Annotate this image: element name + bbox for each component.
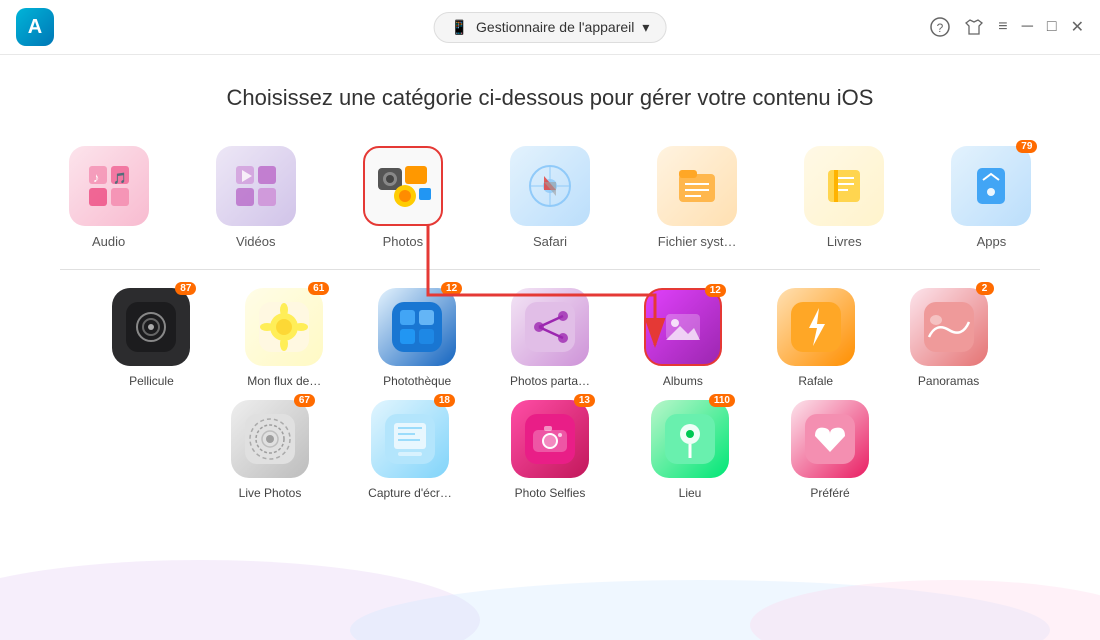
livephotos-label: Live Photos (239, 486, 302, 500)
dropdown-chevron-icon: ▾ (642, 19, 649, 36)
minimize-icon: ─ (1022, 18, 1033, 36)
main-content: Choisissez une catégorie ci-dessous pour… (0, 55, 1100, 520)
flux-label: Mon flux de… (247, 374, 321, 388)
subcategories-row-2: 67 Live Photos 18 (100, 400, 1000, 500)
svg-text:🎵: 🎵 (113, 172, 127, 185)
subcat-prefere[interactable]: Préféré (775, 400, 885, 500)
subcat-lieu[interactable]: 110 Lieu (635, 400, 745, 500)
subcategories-row-1: 87 Pellicule 61 (100, 288, 1000, 388)
albums-icon: 12 (644, 288, 722, 366)
category-videos[interactable]: Vidéos (207, 146, 304, 249)
divider (60, 269, 1040, 270)
rafale-icon (777, 288, 855, 366)
capture-label: Capture d'écr… (368, 486, 452, 500)
category-photos[interactable]: Photos (354, 146, 451, 249)
titlebar: A 📱 Gestionnaire de l'appareil ▾ ? ≡ ─ (0, 0, 1100, 55)
prefere-label: Préféré (810, 486, 849, 500)
subcat-partagees[interactable]: Photos parta… (499, 288, 602, 388)
flux-icon: 61 (245, 288, 323, 366)
panoramas-label: Panoramas (918, 374, 979, 388)
panoramas-icon: 2 (910, 288, 988, 366)
selfies-label: Photo Selfies (515, 486, 586, 500)
maximize-icon: □ (1047, 18, 1057, 36)
svg-text:♪: ♪ (93, 170, 100, 185)
device-manager-button[interactable]: 📱 Gestionnaire de l'appareil ▾ (434, 12, 667, 43)
subcat-albums[interactable]: 12 Albums (631, 288, 734, 388)
app-logo: A (16, 8, 54, 46)
category-apps[interactable]: 79 Apps (943, 146, 1040, 249)
apps-icon-wrap: 79 (951, 146, 1031, 226)
audio-icon-wrap: ♪ 🎵 (69, 146, 149, 226)
lieu-icon: 110 (651, 400, 729, 478)
livres-label: Livres (827, 234, 862, 249)
photos-icon-wrap (363, 146, 443, 226)
livephotos-icon: 67 (231, 400, 309, 478)
subcat-livephotos[interactable]: 67 Live Photos (215, 400, 325, 500)
minimize-button[interactable]: ─ (1022, 18, 1033, 36)
albums-label: Albums (663, 374, 703, 388)
titlebar-center: 📱 Gestionnaire de l'appareil ▾ (434, 12, 667, 43)
subcat-pellicule[interactable]: 87 Pellicule (100, 288, 203, 388)
photos-label: Photos (383, 234, 423, 249)
subcat-phototheque[interactable]: 12 Photothèque (366, 288, 469, 388)
videos-label: Vidéos (236, 234, 276, 249)
svg-text:?: ? (937, 21, 944, 35)
safari-icon-wrap (510, 146, 590, 226)
capture-icon: 18 (371, 400, 449, 478)
phototheque-icon: 12 (378, 288, 456, 366)
close-icon: ✕ (1071, 17, 1084, 37)
safari-label: Safari (533, 234, 567, 249)
menu-button[interactable]: ≡ (998, 18, 1007, 36)
category-safari[interactable]: Safari (501, 146, 598, 249)
subcat-flux[interactable]: 61 Mon flux de… (233, 288, 336, 388)
pellicule-icon: 87 (112, 288, 190, 366)
shirt-button[interactable] (964, 17, 984, 37)
partagees-label: Photos parta… (510, 374, 590, 388)
subcat-capture[interactable]: 18 Capture d'écr… (355, 400, 465, 500)
titlebar-right: ? ≡ ─ □ ✕ (930, 17, 1084, 37)
logo-text: A (28, 16, 42, 39)
subcat-panoramas[interactable]: 2 Panoramas (897, 288, 1000, 388)
audio-label: Audio (92, 234, 125, 249)
apps-label: Apps (977, 234, 1007, 249)
close-button[interactable]: ✕ (1071, 17, 1084, 37)
subcategories-grid: 87 Pellicule 61 (60, 288, 1040, 500)
category-fichier[interactable]: Fichier syst… (649, 146, 746, 249)
subcat-rafale[interactable]: Rafale (764, 288, 867, 388)
titlebar-left: A (16, 8, 54, 46)
livres-icon-wrap (804, 146, 884, 226)
device-icon: 📱 (451, 19, 468, 36)
menu-icon: ≡ (998, 18, 1007, 36)
subcat-selfies[interactable]: 13 Photo Selfies (495, 400, 605, 500)
lieu-label: Lieu (679, 486, 702, 500)
device-button-label: Gestionnaire de l'appareil (476, 19, 634, 35)
videos-icon-wrap (216, 146, 296, 226)
rafale-label: Rafale (798, 374, 833, 388)
phototheque-label: Photothèque (383, 374, 451, 388)
page-title: Choisissez une catégorie ci-dessous pour… (60, 85, 1040, 111)
partagees-icon (511, 288, 589, 366)
maximize-button[interactable]: □ (1047, 18, 1057, 36)
category-livres[interactable]: Livres (796, 146, 893, 249)
prefere-icon (791, 400, 869, 478)
fichier-label: Fichier syst… (658, 234, 737, 249)
categories-row: ♪ 🎵 Audio Vidéos (60, 146, 1040, 249)
category-audio[interactable]: ♪ 🎵 Audio (60, 146, 157, 249)
pellicule-label: Pellicule (129, 374, 174, 388)
help-button[interactable]: ? (930, 17, 950, 37)
selfies-icon: 13 (511, 400, 589, 478)
fichier-icon-wrap (657, 146, 737, 226)
